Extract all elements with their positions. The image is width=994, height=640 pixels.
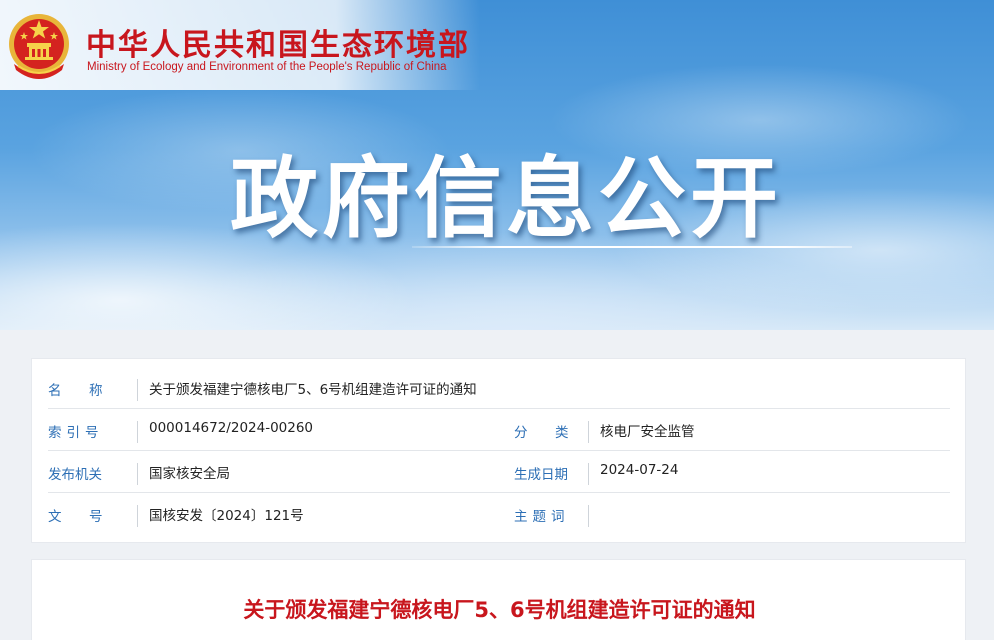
subject-label: 主题词: [514, 509, 570, 525]
date-label: 生成日期: [514, 467, 568, 483]
index-value: 000014672/2024-00260: [149, 420, 314, 436]
category-value: 核电厂安全监管: [600, 424, 695, 440]
divider: [137, 379, 138, 401]
main-content: 名 称 关于颁发福建宁德核电厂5、6号机组建造许可证的通知 索引号 000014…: [0, 330, 994, 640]
divider: [137, 421, 138, 443]
date-value: 2024-07-24: [600, 462, 679, 478]
index-label: 索引号: [48, 425, 104, 441]
metadata-row-docno: 文 号 国核安发〔2024〕121号 主题词: [48, 495, 950, 535]
issuer-label: 发布机关: [48, 467, 102, 483]
ministry-name-en: Ministry of Ecology and Environment of t…: [87, 61, 447, 73]
metadata-row-issuer: 发布机关 国家核安全局 生成日期 2024-07-24: [48, 453, 950, 493]
divider: [588, 505, 589, 527]
doc-number-value: 国核安发〔2024〕121号: [149, 508, 304, 524]
divider: [137, 505, 138, 527]
header-banner: 中华人民共和国生态环境部 Ministry of Ecology and Env…: [0, 0, 994, 330]
category-label: 分 类: [514, 425, 576, 441]
name-label: 名 称: [48, 383, 110, 399]
metadata-row-name: 名 称 关于颁发福建宁德核电厂5、6号机组建造许可证的通知: [48, 369, 950, 409]
ministry-name-cn: 中华人民共和国生态环境部: [86, 28, 470, 63]
name-value: 关于颁发福建宁德核电厂5、6号机组建造许可证的通知: [149, 382, 477, 398]
divider: [137, 463, 138, 485]
issuer-value: 国家核安全局: [149, 466, 230, 482]
divider: [588, 421, 589, 443]
article-title: 关于颁发福建宁德核电厂5、6号机组建造许可证的通知: [243, 598, 756, 622]
document-metadata-table: 名 称 关于颁发福建宁德核电厂5、6号机组建造许可证的通知 索引号 000014…: [31, 358, 966, 543]
doc-number-label: 文 号: [48, 509, 110, 525]
article-body: 关于颁发福建宁德核电厂5、6号机组建造许可证的通知: [31, 559, 966, 640]
ministry-logo-area[interactable]: 中华人民共和国生态环境部 Ministry of Ecology and Env…: [0, 0, 480, 90]
title-underline: [412, 246, 852, 248]
page-title: 政府信息公开: [230, 147, 783, 250]
metadata-row-index: 索引号 000014672/2024-00260 分 类 核电厂安全监管: [48, 411, 950, 451]
national-emblem-icon: [9, 14, 69, 79]
divider: [588, 463, 589, 485]
